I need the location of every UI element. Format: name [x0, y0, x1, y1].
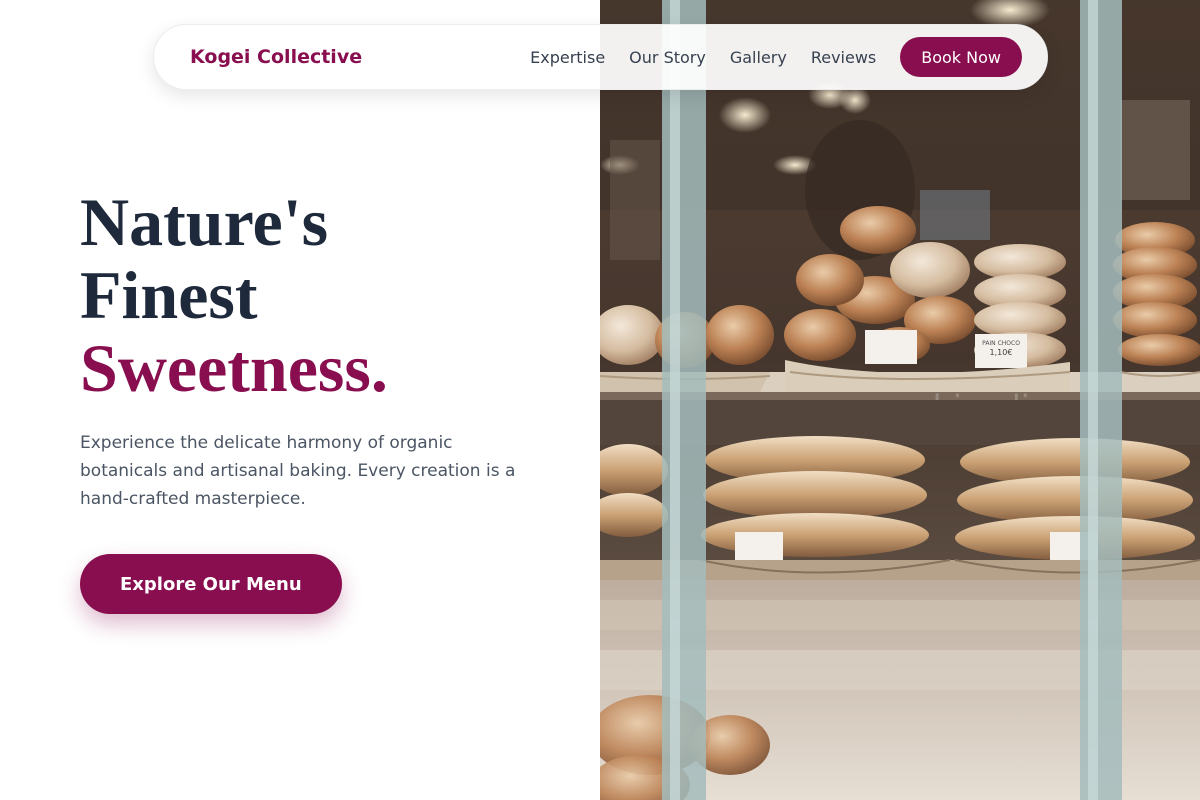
bakery-display-image: PAIN CHOCO 1,10€ wagashi.online — [600, 0, 1200, 800]
top-navigation: Kogei Collective Expertise Our Story Gal… — [153, 24, 1048, 90]
explore-menu-button[interactable]: Explore Our Menu — [80, 554, 342, 614]
nav-link-gallery[interactable]: Gallery — [730, 48, 787, 67]
hero-section: Nature's Finest Sweetness. Experience th… — [80, 186, 560, 614]
nav-link-our-story[interactable]: Our Story — [629, 48, 706, 67]
headline-accent: Sweetness. — [80, 330, 388, 406]
headline-line-2: Finest — [80, 257, 258, 333]
headline-line-1: Nature's — [80, 184, 329, 260]
hero-photo: PAIN CHOCO 1,10€ wagashi.online — [600, 0, 1200, 800]
hero-description: Experience the delicate harmony of organ… — [80, 433, 516, 509]
nav-link-expertise[interactable]: Expertise — [530, 48, 605, 67]
hero-headline: Nature's Finest Sweetness. — [80, 186, 560, 405]
brand-logo-text[interactable]: Kogei Collective — [190, 46, 362, 68]
book-now-button[interactable]: Book Now — [900, 37, 1022, 77]
nav-link-reviews[interactable]: Reviews — [811, 48, 876, 67]
nav-links: Expertise Our Story Gallery Reviews Book… — [530, 37, 1022, 77]
